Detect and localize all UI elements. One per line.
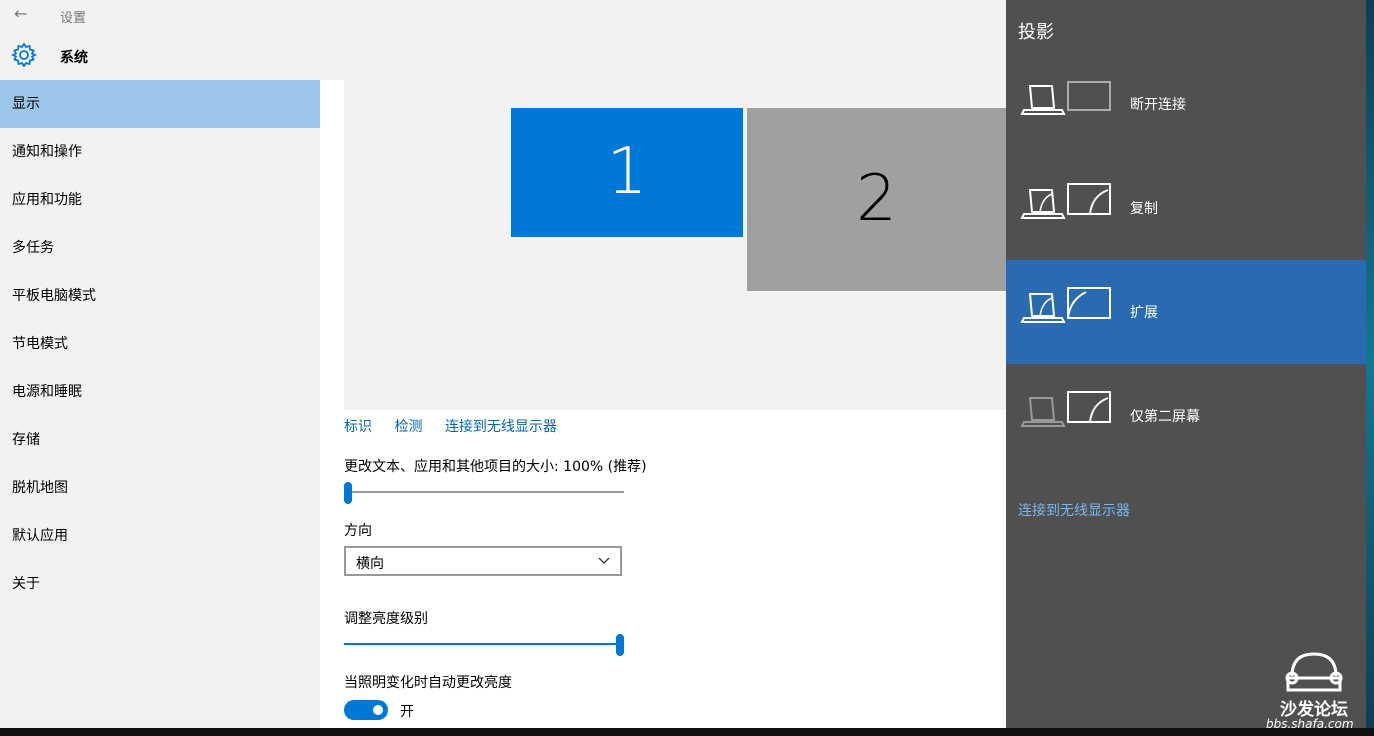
project-option-extend[interactable]: 扩展 [1006, 260, 1366, 364]
scale-slider[interactable] [344, 482, 624, 504]
gear-icon [11, 42, 37, 68]
auto-brightness-toggle[interactable] [344, 700, 388, 720]
sidebar-item-multitasking[interactable]: 多任务 [0, 224, 320, 272]
scale-label: 更改文本、应用和其他项目的大小: 100% (推荐) [344, 459, 647, 475]
extend-label: 扩展 [1130, 305, 1158, 321]
project-option-second-screen-only[interactable]: 仅第二屏幕 [1006, 364, 1366, 468]
monitor-2-tile[interactable]: 2 [747, 108, 1006, 291]
monitor-1-tile[interactable]: 1 [511, 108, 743, 237]
brightness-slider[interactable] [344, 634, 624, 656]
identify-link[interactable]: 标识 [344, 419, 372, 435]
auto-brightness-state: 开 [400, 704, 414, 720]
window-title: 设置 [60, 11, 87, 26]
sidebar-item-storage[interactable]: 存储 [0, 416, 320, 464]
connect-wireless-display-link[interactable]: 连接到无线显示器 [445, 419, 557, 435]
brightness-slider-thumb[interactable] [616, 634, 624, 656]
second-screen-only-label: 仅第二屏幕 [1130, 409, 1200, 425]
back-arrow-icon[interactable]: ← [14, 4, 27, 23]
project-option-disconnect[interactable]: 断开连接 [1006, 52, 1366, 156]
scale-slider-thumb[interactable] [344, 482, 352, 504]
sidebar-nav: 显示 通知和操作 应用和功能 多任务 平板电脑模式 节电模式 电源和睡眠 存储 … [0, 80, 320, 608]
sidebar-item-power-sleep[interactable]: 电源和睡眠 [0, 368, 320, 416]
detect-link[interactable]: 检测 [394, 419, 422, 435]
sidebar-item-apps[interactable]: 应用和功能 [0, 176, 320, 224]
sidebar-item-about[interactable]: 关于 [0, 560, 320, 608]
title-bar: ← 设置 [0, 0, 1006, 32]
orientation-dropdown[interactable]: 横向 [344, 546, 622, 576]
extend-icon [1020, 287, 1111, 323]
brightness-label: 调整亮度级别 [344, 611, 428, 627]
duplicate-icon [1020, 183, 1111, 219]
page-section-title: 系统 [60, 50, 88, 66]
chevron-down-icon [598, 557, 610, 564]
project-panel: 投影 断开连接 复制 扩展 仅第二屏幕 连接到无线显示器 [1006, 0, 1366, 728]
sidebar-item-offline-maps[interactable]: 脱机地图 [0, 464, 320, 512]
disconnect-icon [1020, 81, 1111, 115]
sidebar-item-display[interactable]: 显示 [0, 80, 320, 128]
brightness-slider-fill [344, 643, 620, 645]
disconnect-label: 断开连接 [1130, 97, 1186, 113]
toggle-knob [373, 705, 383, 715]
duplicate-label: 复制 [1130, 201, 1158, 217]
project-option-duplicate[interactable]: 复制 [1006, 156, 1366, 260]
display-links: 标识 检测 连接到无线显示器 [344, 416, 575, 436]
sidebar-item-tablet-mode[interactable]: 平板电脑模式 [0, 272, 320, 320]
display-settings-main: 1 2 标识 检测 连接到无线显示器 更改文本、应用和其他项目的大小: 100%… [320, 80, 1006, 728]
sidebar-item-default-apps[interactable]: 默认应用 [0, 512, 320, 560]
auto-brightness-label: 当照明变化时自动更改亮度 [344, 675, 512, 691]
panel-connect-wireless-display-link[interactable]: 连接到无线显示器 [1018, 500, 1130, 520]
desktop-edge [1366, 0, 1374, 728]
scale-slider-track [344, 491, 624, 493]
orientation-label: 方向 [344, 523, 372, 539]
sidebar-item-notifications[interactable]: 通知和操作 [0, 128, 320, 176]
taskbar [0, 728, 1374, 736]
second-screen-icon [1020, 391, 1111, 427]
sidebar-item-battery-saver[interactable]: 节电模式 [0, 320, 320, 368]
project-panel-title: 投影 [1018, 22, 1054, 43]
monitor-arrangement-preview: 1 2 [344, 80, 1006, 410]
orientation-value: 横向 [356, 556, 384, 572]
